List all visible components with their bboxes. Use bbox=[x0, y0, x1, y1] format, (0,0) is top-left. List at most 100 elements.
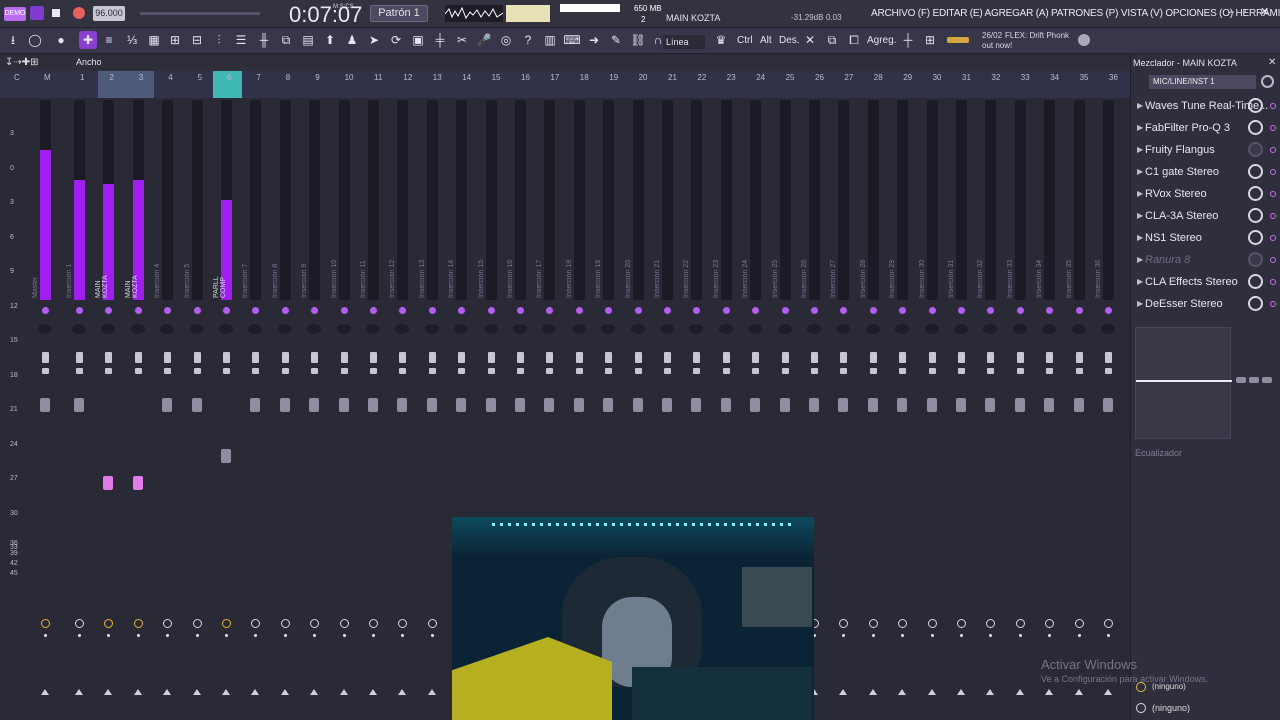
panel-close-icon[interactable]: ✕ bbox=[1268, 57, 1276, 68]
line-mode-select[interactable]: Línea bbox=[663, 35, 705, 49]
solo-dot-icon[interactable] bbox=[1018, 634, 1022, 637]
pause-button[interactable] bbox=[30, 6, 44, 20]
mix-knob-icon[interactable] bbox=[1248, 120, 1263, 135]
route-switch-icon[interactable] bbox=[781, 368, 789, 374]
solo-dot-icon[interactable] bbox=[871, 634, 875, 637]
pan-knob-icon[interactable] bbox=[575, 307, 583, 314]
pen-icon[interactable]: ✎ bbox=[607, 31, 625, 49]
route-switch-icon[interactable] bbox=[340, 368, 348, 374]
expand-arrow-icon[interactable]: ▶ bbox=[1137, 189, 1143, 198]
pan-knob-icon[interactable] bbox=[1105, 307, 1112, 314]
cart-icon[interactable]: ⊞ bbox=[921, 31, 939, 49]
link-icon[interactable]: ⛓ bbox=[629, 31, 647, 49]
send-arrow-icon[interactable] bbox=[192, 689, 201, 695]
stereo-knob-icon[interactable] bbox=[72, 324, 86, 334]
solo-dot-icon[interactable] bbox=[372, 634, 375, 637]
solo-dot-icon[interactable] bbox=[1077, 634, 1081, 637]
route-switch-icon[interactable] bbox=[428, 368, 436, 374]
pan-knob-icon[interactable] bbox=[428, 307, 436, 314]
volume-fader[interactable] bbox=[397, 398, 408, 412]
mute-icon[interactable] bbox=[280, 619, 290, 628]
volume-fader[interactable] bbox=[485, 398, 496, 412]
volume-fader[interactable] bbox=[838, 398, 849, 412]
route-switch-icon[interactable] bbox=[899, 368, 907, 374]
stereo-knob-icon[interactable] bbox=[571, 324, 586, 334]
mute-icon[interactable] bbox=[957, 619, 966, 628]
des-button[interactable]: Des. bbox=[779, 35, 800, 46]
effect-slot[interactable]: ▶ DeEsser Stereo bbox=[1133, 294, 1278, 315]
send-arrow-icon[interactable] bbox=[222, 689, 230, 695]
pan-knob-icon[interactable] bbox=[281, 307, 289, 314]
route-switch-icon[interactable] bbox=[42, 352, 49, 363]
tempo-display[interactable]: 96.000 bbox=[93, 6, 125, 21]
route-switch-icon[interactable] bbox=[987, 352, 995, 363]
enable-led-icon[interactable] bbox=[1270, 279, 1276, 285]
send-arrow-icon[interactable] bbox=[163, 689, 172, 695]
send-arrow-icon[interactable] bbox=[41, 689, 49, 695]
arrow-right-icon[interactable]: ➜ bbox=[585, 31, 603, 49]
route-switch-icon[interactable] bbox=[575, 352, 583, 363]
route-switch-icon[interactable] bbox=[1016, 352, 1024, 363]
route-switch-icon[interactable] bbox=[1075, 352, 1083, 363]
route-switch-icon[interactable] bbox=[575, 368, 583, 374]
effect-slot[interactable]: ▶ RVox Stereo bbox=[1133, 184, 1278, 205]
mix-knob-icon[interactable] bbox=[1248, 98, 1263, 113]
route-switch-icon[interactable] bbox=[487, 368, 495, 374]
volume-fader[interactable] bbox=[132, 476, 143, 490]
send-arrow-icon[interactable] bbox=[927, 689, 936, 695]
out-2-label[interactable]: (ninguno) bbox=[1152, 703, 1190, 713]
volume-fader[interactable] bbox=[1103, 398, 1113, 412]
send-arrow-icon[interactable] bbox=[75, 689, 83, 695]
stereo-knob-icon[interactable] bbox=[1071, 324, 1086, 334]
stereo-knob-icon[interactable] bbox=[513, 324, 527, 334]
volume-fader[interactable] bbox=[926, 398, 937, 412]
volume-fader[interactable] bbox=[985, 398, 996, 412]
mute-icon[interactable] bbox=[1074, 619, 1084, 628]
width-label[interactable]: Ancho bbox=[76, 57, 102, 67]
route-switch-icon[interactable] bbox=[193, 368, 201, 374]
route-switch-icon[interactable] bbox=[752, 352, 760, 363]
browser-icon[interactable]: ⊞ bbox=[166, 31, 184, 49]
stereo-knob-icon[interactable] bbox=[1101, 324, 1115, 334]
stereo-knob-icon[interactable] bbox=[424, 324, 439, 334]
route-switch-icon[interactable] bbox=[664, 368, 671, 374]
pan-knob-icon[interactable] bbox=[370, 307, 377, 314]
solo-dot-icon[interactable] bbox=[342, 634, 346, 637]
volume-fader[interactable] bbox=[867, 398, 878, 412]
send-arrow-icon[interactable] bbox=[898, 689, 907, 695]
route-switch-icon[interactable] bbox=[134, 352, 142, 363]
delete-icon[interactable]: ✕ bbox=[801, 31, 819, 49]
pattern-selector[interactable]: Patrón 1 bbox=[370, 5, 428, 22]
expand-arrow-icon[interactable]: ▶ bbox=[1137, 145, 1143, 154]
stereo-knob-icon[interactable] bbox=[630, 324, 645, 334]
route-switch-icon[interactable] bbox=[42, 368, 49, 374]
volume-fader[interactable] bbox=[191, 398, 202, 412]
mix-knob-icon[interactable] bbox=[1248, 230, 1263, 245]
pan-knob-icon[interactable] bbox=[869, 307, 877, 314]
stereo-knob-icon[interactable] bbox=[336, 324, 351, 334]
tool-1-icon[interactable]: ╫ bbox=[255, 31, 273, 49]
stereo-knob-icon[interactable] bbox=[1012, 324, 1027, 334]
enable-led-icon[interactable] bbox=[1270, 191, 1276, 197]
song-time[interactable]: 0:07:07 bbox=[289, 2, 362, 28]
add-button[interactable]: Agreg. bbox=[867, 35, 896, 46]
route-switch-icon[interactable] bbox=[899, 352, 907, 363]
effect-slot[interactable]: ▶ CLA Effects Stereo bbox=[1133, 272, 1278, 293]
volume-fader[interactable] bbox=[720, 398, 731, 412]
volume-fader[interactable] bbox=[426, 398, 437, 412]
solo-dot-icon[interactable] bbox=[78, 634, 81, 637]
input-select[interactable]: MIC/LINE/INST 1 bbox=[1149, 75, 1256, 89]
route-switch-icon[interactable] bbox=[252, 368, 260, 374]
route-switch-icon[interactable] bbox=[869, 352, 877, 363]
route-switch-icon[interactable] bbox=[1016, 368, 1024, 374]
solo-dot-icon[interactable] bbox=[930, 634, 934, 637]
volume-fader[interactable] bbox=[809, 398, 819, 412]
enable-led-icon[interactable] bbox=[1270, 235, 1276, 241]
route-switch-icon[interactable] bbox=[399, 352, 407, 363]
route-switch-icon[interactable] bbox=[958, 368, 965, 374]
send-arrow-icon[interactable] bbox=[398, 689, 407, 695]
mixer-tools-icon[interactable]: ↧⇢✚⊞ bbox=[5, 57, 39, 68]
send-arrow-icon[interactable] bbox=[369, 689, 377, 695]
chat-icon[interactable]: ◎ bbox=[497, 31, 515, 49]
mute-icon[interactable] bbox=[222, 619, 231, 628]
